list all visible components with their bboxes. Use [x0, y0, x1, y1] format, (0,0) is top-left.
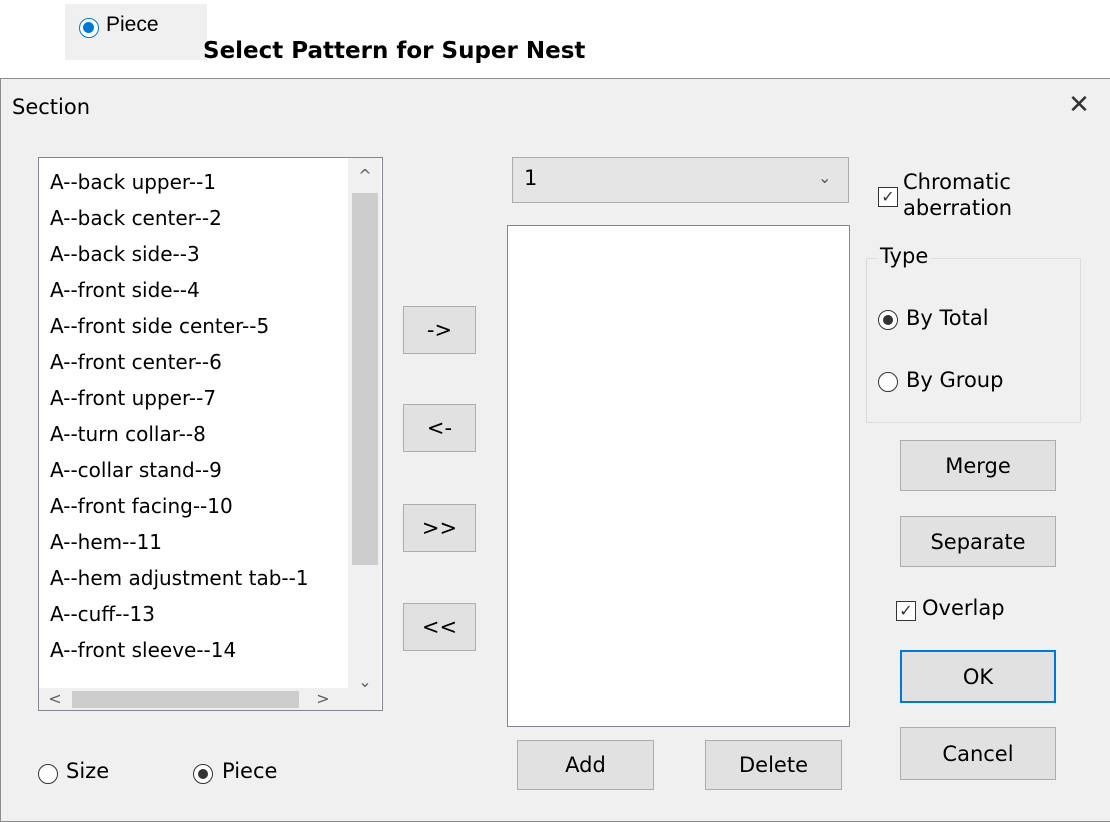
list-item[interactable]: A--turn collar--8	[50, 416, 348, 452]
overlap-checkbox[interactable]: ✓	[896, 601, 916, 621]
move-left-button[interactable]: <-	[403, 404, 476, 452]
by-total-label: By Total	[906, 306, 989, 330]
group-select-value: 1	[524, 166, 538, 190]
list-item[interactable]: A--back upper--1	[50, 164, 348, 200]
piece-radio-icon	[79, 18, 99, 38]
list-item[interactable]: A--front center--6	[50, 344, 348, 380]
chromatic-aberration-label: Chromatic aberration	[903, 170, 1013, 220]
list-item[interactable]: A--hem--11	[50, 524, 348, 560]
page-caption: Select Pattern for Super Nest	[203, 38, 586, 64]
list-item[interactable]: A--back side--3	[50, 236, 348, 272]
list-horizontal-scroll-thumb[interactable]	[72, 691, 299, 708]
list-item[interactable]: A--front sleeve--14	[50, 632, 348, 668]
separate-button[interactable]: Separate	[900, 516, 1056, 567]
chromatic-aberration-checkbox[interactable]: ✓	[878, 187, 898, 207]
close-icon[interactable]: ✕	[1064, 90, 1094, 120]
group-select[interactable]	[512, 157, 849, 203]
overlap-label: Overlap	[922, 596, 1005, 620]
list-item[interactable]: A--front facing--10	[50, 488, 348, 524]
add-button[interactable]: Add	[517, 740, 654, 790]
list-item[interactable]: A--front side--4	[50, 272, 348, 308]
chevron-down-icon[interactable]: ⌄	[818, 168, 831, 187]
list-item[interactable]: A--collar stand--9	[50, 452, 348, 488]
scrollbar-corner	[348, 688, 381, 710]
ok-button[interactable]: OK	[900, 650, 1056, 703]
type-group-title: Type	[877, 244, 932, 268]
move-all-right-button[interactable]: >>	[403, 504, 476, 552]
list-item[interactable]: A--hem adjustment tab--1	[50, 560, 348, 596]
scroll-left-icon[interactable]: <	[42, 689, 68, 711]
list-item[interactable]: A--front upper--7	[50, 380, 348, 416]
piece-radio[interactable]	[193, 764, 213, 784]
list-item[interactable]: A--cuff--13	[50, 596, 348, 632]
top-piece-label: Piece	[106, 13, 159, 36]
merge-button[interactable]: Merge	[900, 440, 1056, 491]
by-group-radio[interactable]	[878, 372, 898, 392]
scroll-right-icon[interactable]: >	[310, 689, 336, 711]
move-all-left-button[interactable]: <<	[403, 603, 476, 651]
checkmark-icon: ✓	[899, 601, 913, 620]
list-item[interactable]: A--back center--2	[50, 200, 348, 236]
size-radio[interactable]	[38, 764, 58, 784]
list-vertical-scroll-thumb[interactable]	[352, 193, 378, 565]
by-group-label: By Group	[906, 368, 1004, 392]
size-radio-label: Size	[66, 759, 110, 783]
scroll-up-icon[interactable]: ^	[352, 166, 378, 188]
checkmark-icon: ✓	[881, 187, 895, 206]
dialog-title: Section	[12, 95, 91, 119]
group-piece-list[interactable]	[507, 225, 850, 727]
type-groupbox	[866, 258, 1081, 423]
piece-radio-label: Piece	[222, 759, 278, 783]
move-right-button[interactable]: ->	[403, 306, 476, 354]
cancel-button[interactable]: Cancel	[900, 727, 1056, 780]
list-item[interactable]: A--front side center--5	[50, 308, 348, 344]
by-total-radio[interactable]	[878, 310, 898, 330]
delete-button[interactable]: Delete	[705, 740, 842, 790]
